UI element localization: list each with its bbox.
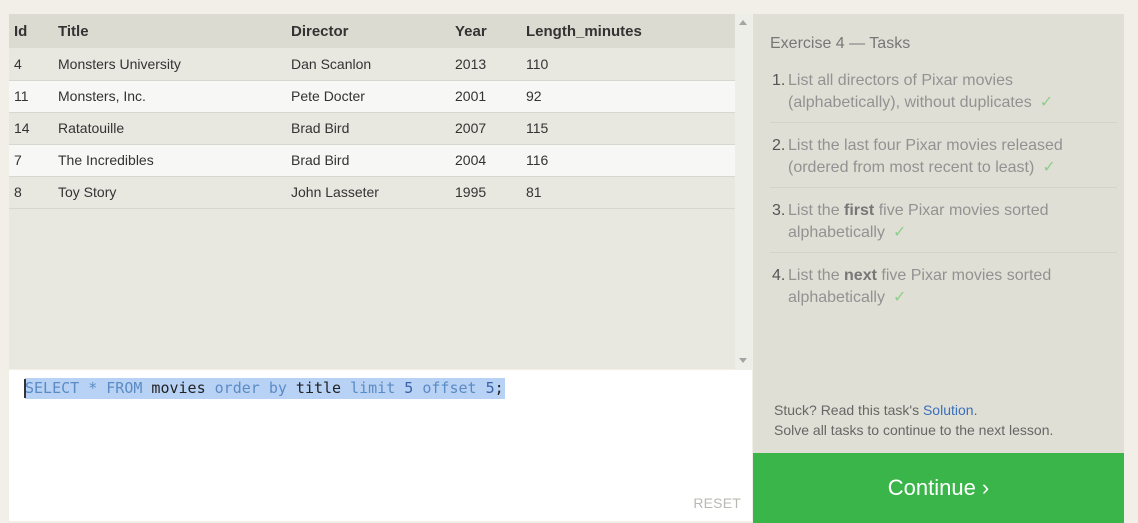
table-row: 8 Toy Story John Lasseter 1995 81 xyxy=(9,176,735,208)
tasks-panel: Exercise 4 — Tasks 1. List all directors… xyxy=(753,14,1124,453)
scroll-down-arrow-icon[interactable] xyxy=(739,358,747,363)
task-text-part: List the xyxy=(788,202,845,219)
stuck-suffix: . xyxy=(973,402,978,418)
help-text: Stuck? Read this task's Solution. Solve … xyxy=(774,400,1053,440)
check-icon: ✓ xyxy=(1042,159,1056,176)
results-table: Id Title Director Year Length_minutes 4 … xyxy=(9,14,735,209)
cell-year: 2001 xyxy=(455,88,487,104)
task-text-bold: next xyxy=(844,267,877,284)
column-header-id: Id xyxy=(14,22,28,40)
sql-token: FROM xyxy=(106,379,143,397)
task-item: 1. List all directors of Pixar movies (a… xyxy=(770,70,1117,123)
task-text-part: List all directors of Pixar movies (alph… xyxy=(788,72,1032,111)
cell-year: 2007 xyxy=(455,120,487,136)
sql-token: * xyxy=(79,379,107,397)
task-list: 1. List all directors of Pixar movies (a… xyxy=(770,70,1117,329)
continue-button[interactable]: Continue › xyxy=(753,453,1124,523)
text-cursor xyxy=(24,379,26,398)
cell-title: Ratatouille xyxy=(58,120,125,136)
sql-token: limit xyxy=(350,379,396,397)
column-header-year: Year xyxy=(455,22,487,40)
cell-length: 115 xyxy=(526,120,549,136)
check-icon: ✓ xyxy=(1039,94,1054,111)
cell-length: 92 xyxy=(526,88,542,104)
sql-token: SELECT xyxy=(25,379,80,397)
task-number: 4. xyxy=(772,267,786,284)
solve-all-text: Solve all tasks to continue to the next … xyxy=(774,422,1054,438)
sql-token: order by xyxy=(214,379,287,397)
cell-length: 81 xyxy=(526,184,542,200)
cell-director: John Lasseter xyxy=(291,184,379,200)
task-text: List the last four Pixar movies released… xyxy=(788,137,1063,176)
cell-id: 7 xyxy=(14,152,22,168)
task-text-bold: first xyxy=(844,202,875,219)
task-text: List all directors of Pixar movies (alph… xyxy=(788,72,1032,111)
sql-token: offset xyxy=(422,379,477,397)
cell-director: Pete Docter xyxy=(291,88,365,104)
table-header-row: Id Title Director Year Length_minutes xyxy=(9,14,735,48)
task-item: 4. List the next five Pixar movies sorte… xyxy=(770,265,1117,317)
check-icon: ✓ xyxy=(892,289,907,306)
cell-year: 2004 xyxy=(455,152,487,168)
task-text-part: List the last four Pixar movies released… xyxy=(788,137,1063,176)
cell-id: 4 xyxy=(14,55,22,72)
results-scrollbar[interactable] xyxy=(735,14,752,369)
cell-year: 1995 xyxy=(455,184,487,200)
sql-editor[interactable]: SELECT * FROM movies order by title limi… xyxy=(9,370,752,521)
cell-id: 11 xyxy=(14,88,29,104)
task-number: 1. xyxy=(772,72,786,89)
cell-title: Toy Story xyxy=(58,184,117,200)
results-table-panel: Id Title Director Year Length_minutes 4 … xyxy=(9,14,735,369)
column-header-title: Title xyxy=(58,22,89,40)
cell-title: Monsters, Inc. xyxy=(58,88,146,104)
sql-query-text[interactable]: SELECT * FROM movies order by title limi… xyxy=(25,378,505,399)
cell-length: 116 xyxy=(526,152,549,168)
solution-link[interactable]: Solution xyxy=(923,402,974,418)
cell-title: Monsters University xyxy=(58,55,181,72)
sql-token: 5 xyxy=(476,379,495,397)
tasks-title: Exercise 4 — Tasks xyxy=(770,35,911,52)
cell-year: 2013 xyxy=(455,55,487,72)
table-row: 14 Ratatouille Brad Bird 2007 115 xyxy=(9,112,735,144)
task-text-part: List the xyxy=(788,267,845,284)
stuck-prefix: Stuck? Read this task's xyxy=(774,402,923,418)
reset-button[interactable]: RESET xyxy=(693,495,741,511)
sql-token: movies xyxy=(142,379,215,397)
check-icon: ✓ xyxy=(892,224,907,241)
sql-token: title xyxy=(286,379,351,397)
table-row: 7 The Incredibles Brad Bird 2004 116 xyxy=(9,144,735,176)
task-number: 2. xyxy=(772,137,786,154)
cell-title: The Incredibles xyxy=(58,152,154,168)
task-item: 3. List the first five Pixar movies sort… xyxy=(770,200,1117,253)
cell-director: Brad Bird xyxy=(291,120,350,136)
column-header-director: Director xyxy=(291,22,349,40)
task-text: List the first five Pixar movies sorted … xyxy=(788,202,1049,241)
cell-id: 8 xyxy=(14,184,22,200)
sql-token: 5 xyxy=(395,379,423,397)
cell-id: 14 xyxy=(14,120,30,136)
cell-director: Dan Scanlon xyxy=(291,55,372,72)
task-number: 3. xyxy=(772,202,786,219)
task-text: List the next five Pixar movies sorted a… xyxy=(788,267,1051,306)
table-row: 11 Monsters, Inc. Pete Docter 2001 92 xyxy=(9,80,735,112)
cell-director: Brad Bird xyxy=(291,152,350,168)
scroll-up-arrow-icon[interactable] xyxy=(739,20,747,25)
sql-token: ; xyxy=(494,379,504,397)
column-header-length: Length_minutes xyxy=(526,22,642,40)
task-item: 2. List the last four Pixar movies relea… xyxy=(770,135,1117,188)
cell-length: 110 xyxy=(526,55,549,72)
table-row: 4 Monsters University Dan Scanlon 2013 1… xyxy=(9,48,735,80)
